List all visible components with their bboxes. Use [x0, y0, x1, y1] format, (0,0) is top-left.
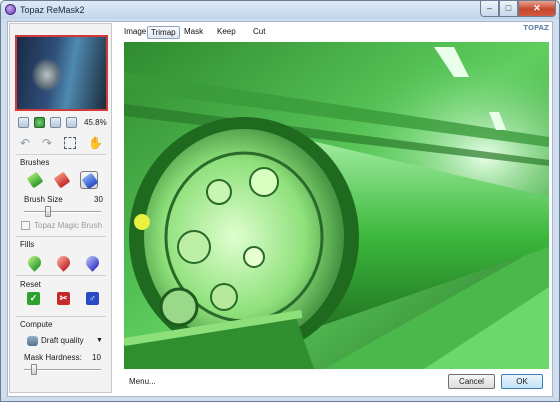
reset-keep-button[interactable]: ✓ — [27, 292, 40, 305]
zoom-actual-icon[interactable] — [50, 117, 61, 128]
maximize-button[interactable]: □ — [499, 1, 518, 17]
hand-icon[interactable]: ✋ — [88, 136, 103, 150]
cancel-button[interactable]: Cancel — [448, 374, 495, 389]
close-button[interactable]: ✕ — [518, 1, 556, 17]
brush-size-slider[interactable] — [24, 211, 101, 213]
mask-hardness-handle[interactable] — [31, 364, 38, 375]
fills-heading: Fills — [20, 240, 35, 249]
quality-dropdown[interactable]: Draft quality — [41, 336, 84, 345]
compute-heading: Compute — [20, 320, 53, 329]
magic-brush-label: Topaz Magic Brush — [34, 221, 103, 230]
reset-cut-button[interactable]: ✂ — [57, 292, 70, 305]
image-canvas[interactable] — [124, 42, 549, 369]
zoom-level: 45.8% — [84, 118, 107, 127]
select-rect-icon[interactable] — [64, 137, 76, 149]
magic-brush-checkbox[interactable] — [21, 221, 30, 230]
zoom-fit-icon[interactable] — [34, 117, 45, 128]
blue-brush-icon — [81, 172, 99, 190]
brush-size-handle[interactable] — [45, 206, 52, 217]
redo-icon[interactable]: ↷ — [40, 136, 54, 150]
trimap-preview-image — [124, 42, 549, 369]
brush-size-label: Brush Size — [24, 195, 63, 204]
brush-size-value: 30 — [94, 195, 103, 204]
zoom-in-icon[interactable] — [66, 117, 77, 128]
tab-cut[interactable]: Cut — [250, 26, 268, 39]
tab-keep[interactable]: Keep — [214, 26, 239, 39]
tab-mask[interactable]: Mask — [181, 26, 206, 39]
brushes-heading: Brushes — [20, 158, 50, 167]
divider — [16, 154, 106, 155]
divider — [16, 236, 106, 237]
window-title: Topaz ReMask2 — [20, 5, 85, 15]
topaz-app-icon — [5, 4, 16, 15]
divider — [16, 275, 106, 276]
zoom-out-icon[interactable] — [18, 117, 29, 128]
ok-button[interactable]: OK — [501, 374, 543, 389]
chevron-down-icon[interactable]: ▼ — [96, 337, 103, 344]
green-brush-icon — [26, 171, 44, 189]
navigator-thumbnail[interactable] — [15, 35, 108, 111]
topaz-logo: TOPAZ — [519, 24, 549, 40]
tab-image[interactable]: Image — [121, 26, 149, 39]
reset-compute-button[interactable]: ♂ — [86, 292, 99, 305]
red-brush-icon — [53, 171, 71, 189]
compute-brush-button[interactable] — [80, 171, 99, 190]
title-bar[interactable]: Topaz ReMask2 – □ ✕ — [1, 1, 559, 19]
divider — [16, 316, 106, 317]
reset-heading: Reset — [20, 280, 41, 289]
undo-icon[interactable]: ↶ — [18, 136, 32, 150]
minimize-button[interactable]: – — [480, 1, 499, 17]
mask-hardness-value: 10 — [92, 353, 101, 362]
logo-text: TOPAZ — [523, 24, 549, 32]
menu-link[interactable]: Menu... — [129, 377, 156, 386]
mask-hardness-label: Mask Hardness: — [24, 353, 82, 362]
cut-brush-button[interactable] — [53, 171, 71, 189]
compute-icon[interactable] — [27, 336, 38, 346]
tab-trimap[interactable]: Trimap — [147, 26, 180, 39]
keep-brush-button[interactable] — [26, 171, 44, 189]
